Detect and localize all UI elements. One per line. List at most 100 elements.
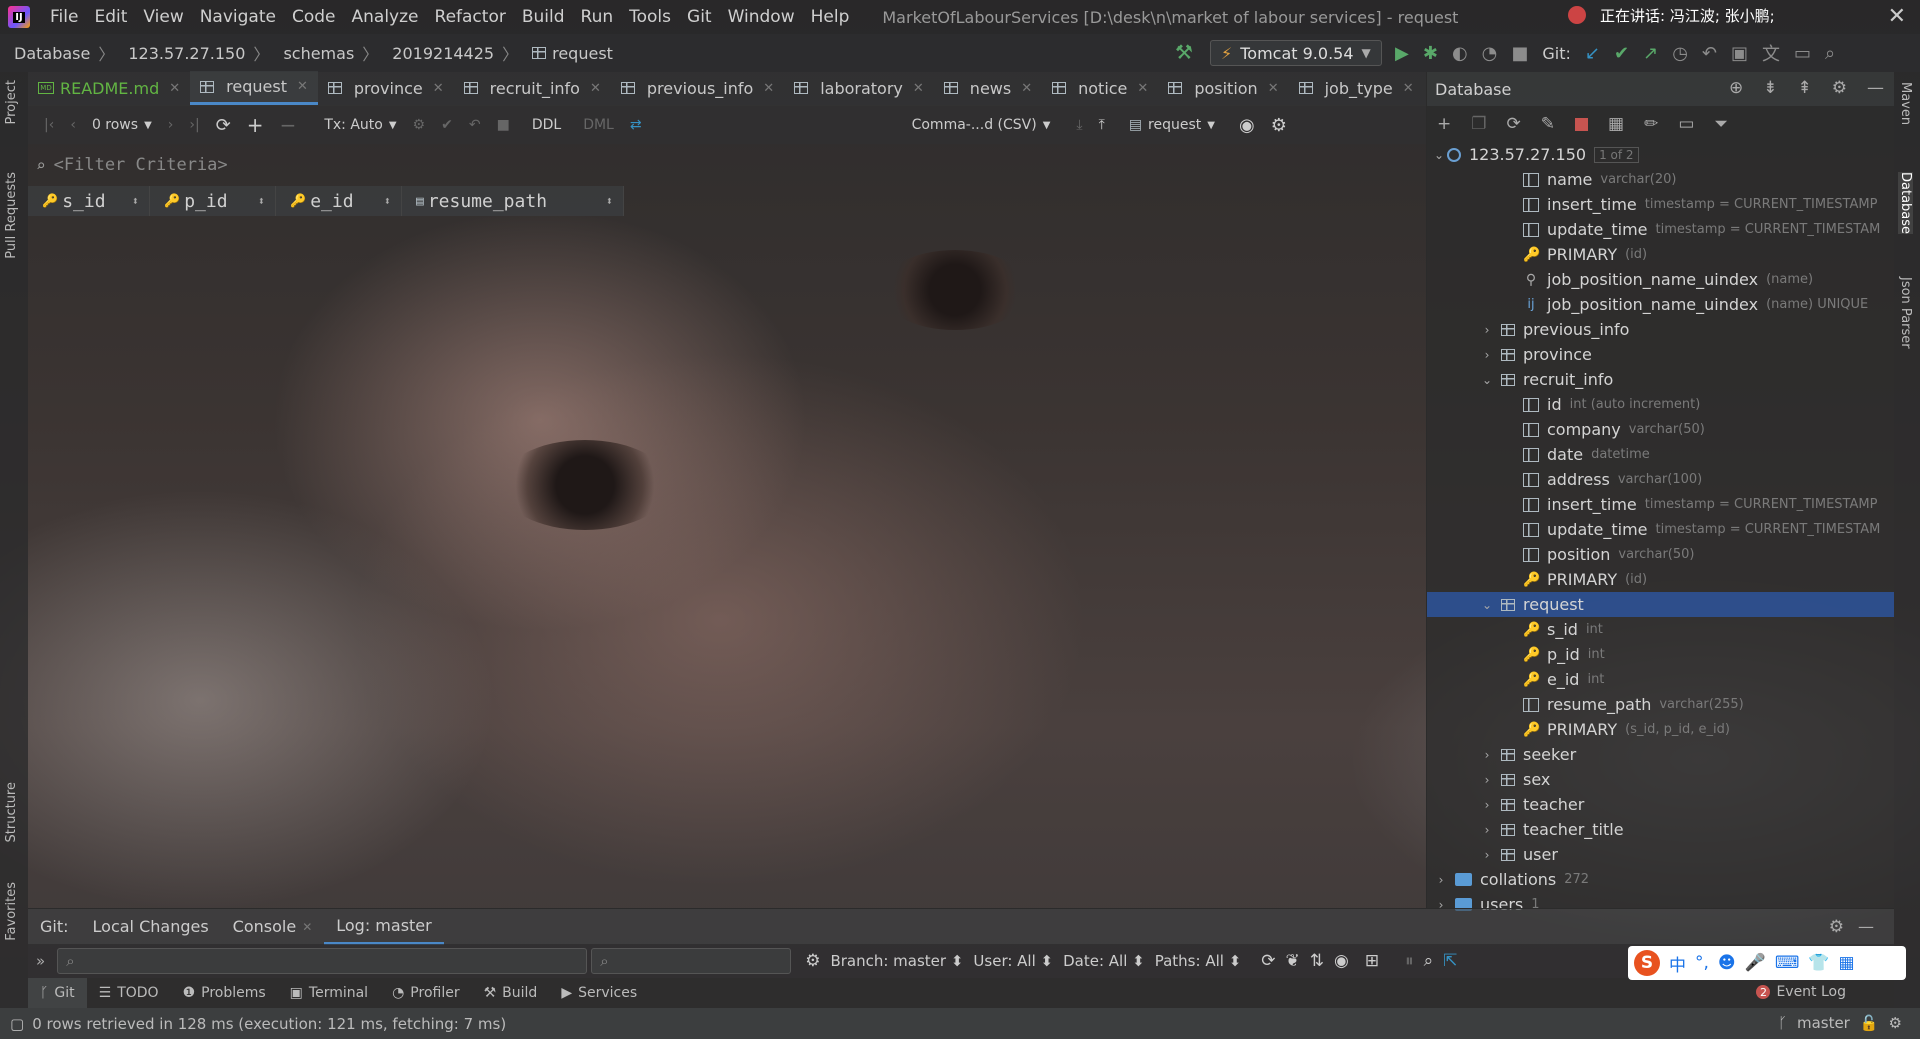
edit-properties-icon[interactable]: ✎: [1541, 114, 1555, 134]
paths-filter[interactable]: Paths: All ⬍: [1155, 952, 1242, 970]
log-search-input[interactable]: ⌕: [591, 948, 792, 974]
menu-file[interactable]: File: [42, 7, 86, 27]
tab-position[interactable]: position ✕: [1158, 71, 1288, 105]
close-tab-icon[interactable]: ✕: [1268, 81, 1279, 96]
date-filter[interactable]: Date: All ⬍: [1063, 952, 1145, 970]
chevron-right-icon[interactable]: ›: [1479, 798, 1495, 812]
tool-window-problems[interactable]: ❶ Problems: [171, 978, 278, 1008]
edit-icon[interactable]: ✏: [1644, 114, 1658, 134]
tree-node-keycol[interactable]: 🔑 e_id int: [1427, 667, 1894, 692]
table-select[interactable]: ▤ request ▼: [1129, 117, 1215, 133]
target-icon[interactable]: ⊕: [1729, 78, 1743, 98]
event-log-button[interactable]: 2 Event Log: [1756, 984, 1846, 1000]
rollback-icon[interactable]: ↶: [1702, 43, 1717, 64]
menu-navigate[interactable]: Navigate: [192, 7, 284, 27]
close-tab-icon[interactable]: ✕: [1021, 81, 1032, 96]
tab-log-master[interactable]: Log: master: [324, 909, 444, 945]
column-header-p-id[interactable]: 🔑 p_id ⬍: [150, 186, 276, 216]
tree-node-col[interactable]: update_time timestamp = CURRENT_TIMESTAM: [1427, 517, 1894, 542]
tool-window-terminal[interactable]: ▣ Terminal: [278, 978, 380, 1008]
menu-build[interactable]: Build: [514, 7, 573, 27]
export-format-select[interactable]: Comma-...d (CSV) ▼: [912, 117, 1051, 133]
tool-tab-maven[interactable]: Maven: [1898, 82, 1913, 125]
search-icon[interactable]: ⌕: [1424, 951, 1434, 971]
tab-recruit-info[interactable]: recruit_info ✕: [454, 71, 611, 105]
tool-tab-database[interactable]: Database: [1898, 172, 1913, 235]
tool-window-todo[interactable]: ☰ TODO: [87, 978, 171, 1008]
transaction-icon[interactable]: ⚙: [413, 117, 426, 133]
menu-window[interactable]: Window: [720, 7, 803, 27]
tree-node-table[interactable]: ⌄ request: [1427, 592, 1894, 617]
breadcrumb-database[interactable]: Database 〉: [0, 41, 114, 65]
sort-icon[interactable]: ⬍: [384, 194, 391, 208]
stop-icon[interactable]: ■: [1511, 43, 1528, 64]
tree-node-col[interactable]: date datetime: [1427, 442, 1894, 467]
compare-icon[interactable]: ⇄: [630, 117, 642, 133]
menu-analyze[interactable]: Analyze: [344, 7, 427, 27]
expand-icon[interactable]: »: [36, 952, 45, 970]
ime-keyboard-icon[interactable]: ⌨: [1775, 953, 1800, 973]
filter-criteria-bar[interactable]: ⌕ <Filter Criteria>: [28, 148, 1426, 182]
copy-icon[interactable]: ❐: [1471, 114, 1486, 134]
close-tab-icon[interactable]: ✕: [1403, 81, 1414, 96]
tree-node-keycol[interactable]: 🔑 p_id int: [1427, 642, 1894, 667]
coverage-icon[interactable]: ◐: [1452, 43, 1468, 64]
ime-voice-icon[interactable]: 🎤: [1745, 953, 1766, 973]
tree-node-col[interactable]: resume_path varchar(255): [1427, 692, 1894, 717]
breadcrumb-schemas[interactable]: schemas 〉: [269, 41, 378, 65]
gear-icon[interactable]: ⚙: [1832, 78, 1847, 98]
history-icon[interactable]: ◷: [1672, 43, 1688, 64]
rollback-icon[interactable]: ↶: [469, 117, 481, 133]
tab-previous-info[interactable]: previous_info ✕: [611, 71, 784, 105]
settings-icon[interactable]: ⚙: [1271, 115, 1287, 136]
rows-count-select[interactable]: 0 rows ▼: [92, 117, 152, 133]
column-header-e-id[interactable]: 🔑 e_id ⬍: [276, 186, 402, 216]
lock-icon[interactable]: 🔓: [1860, 1014, 1879, 1032]
tree-node-col[interactable]: address varchar(100): [1427, 467, 1894, 492]
sort-icon[interactable]: ⬍: [132, 194, 139, 208]
chevron-right-icon[interactable]: ›: [1479, 823, 1495, 837]
transaction-mode-select[interactable]: Tx: Auto ▼: [324, 117, 396, 133]
tool-window-services[interactable]: ▶ Services: [549, 978, 649, 1008]
tab-readme[interactable]: MD README.md ✕: [28, 71, 190, 105]
delete-row-icon[interactable]: −: [280, 113, 297, 137]
menu-git[interactable]: Git: [679, 7, 720, 27]
next-page-icon[interactable]: ›: [168, 117, 174, 133]
tab-job-type[interactable]: job_type ✕: [1289, 71, 1424, 105]
download-icon[interactable]: ⤓: [1076, 117, 1082, 133]
menu-run[interactable]: Run: [573, 7, 622, 27]
current-branch[interactable]: master: [1797, 1014, 1850, 1032]
chevron-right-icon[interactable]: ›: [1479, 848, 1495, 862]
git-update-icon[interactable]: ↙: [1585, 43, 1600, 64]
minimize-icon[interactable]: —: [1867, 78, 1884, 98]
chevron-right-icon[interactable]: ›: [1479, 348, 1495, 362]
close-icon[interactable]: ✕: [1888, 4, 1906, 29]
debug-icon[interactable]: ✱: [1423, 43, 1438, 64]
refresh-icon[interactable]: ⟳: [1507, 114, 1521, 134]
filter-icon[interactable]: ⏷: [1714, 114, 1728, 134]
build-hammer-icon[interactable]: ⚒: [1175, 40, 1193, 64]
tool-tab-project[interactable]: Project: [4, 80, 19, 124]
first-page-icon[interactable]: |‹: [44, 117, 54, 133]
add-icon[interactable]: +: [1437, 114, 1451, 134]
tab-console[interactable]: Console ✕: [221, 909, 325, 945]
tool-tab-structure[interactable]: Structure: [4, 782, 19, 842]
memory-icon[interactable]: ⚙: [1889, 1014, 1902, 1032]
sogou-logo-icon[interactable]: S: [1634, 950, 1660, 976]
tool-window-build[interactable]: ⚒ Build: [472, 978, 550, 1008]
presentation-icon[interactable]: ▭: [1794, 43, 1811, 64]
close-tab-icon[interactable]: ✕: [590, 81, 601, 96]
ime-chinese-mode[interactable]: 中: [1669, 951, 1686, 976]
tab-notice[interactable]: notice ✕: [1042, 71, 1158, 105]
view-icon[interactable]: ◉: [1239, 115, 1255, 136]
tree-node-col[interactable]: update_time timestamp = CURRENT_TIMESTAM: [1427, 217, 1894, 242]
tree-node-col[interactable]: id int (auto increment): [1427, 392, 1894, 417]
chevron-right-icon[interactable]: ›: [1479, 773, 1495, 787]
expand-all-icon[interactable]: ⇟: [1763, 78, 1777, 98]
cherry-pick-icon[interactable]: ❦: [1286, 951, 1300, 971]
tree-node-table[interactable]: › seeker: [1427, 742, 1894, 767]
chevron-down-icon[interactable]: ⌄: [1431, 148, 1447, 162]
search-icon[interactable]: ⌕: [1825, 43, 1835, 64]
go-to-hash-icon[interactable]: ⊞: [1365, 951, 1379, 971]
chevron-right-icon[interactable]: ›: [1479, 323, 1495, 337]
